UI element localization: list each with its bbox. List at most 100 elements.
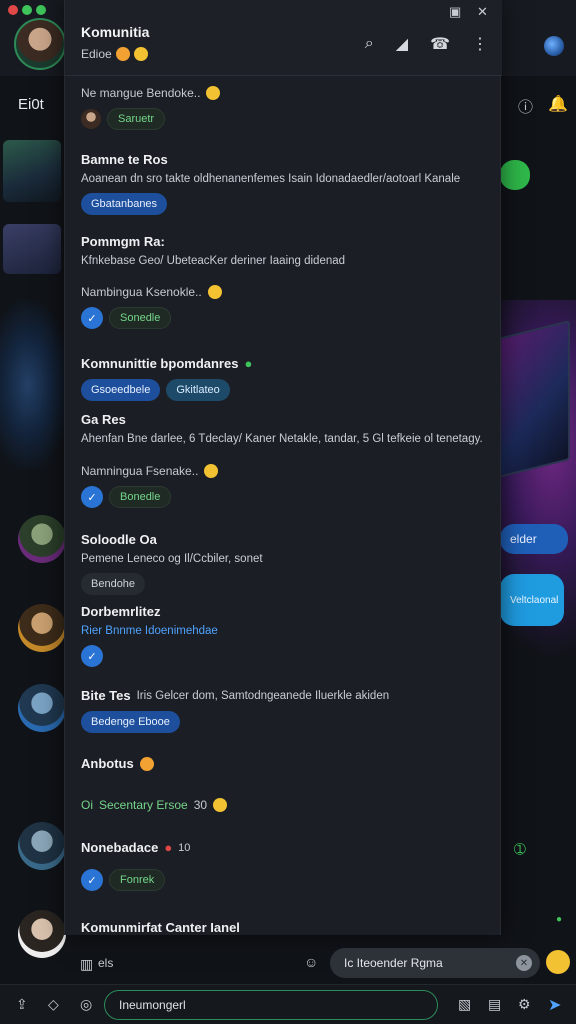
outer-right-icons [544, 36, 564, 56]
app-window: Ei0t ⓘ 🔔 elder Veltclaonal ➀ ● ▣ ✕ Komun… [0, 0, 576, 1024]
tag-chip[interactable]: Gbatanbanes [81, 193, 168, 215]
emoji-picker-icon[interactable] [546, 950, 570, 974]
composer-pill-text: Ic Iteoender Rgma [344, 956, 443, 970]
sender-name-text: Anbotus [81, 756, 134, 771]
panel-subtitle-text: Edioe [81, 47, 112, 61]
gif-icon[interactable]: ◎ [80, 996, 92, 1013]
count-text: 10 [178, 841, 191, 854]
heart-icon: ● [164, 840, 173, 855]
right-bubble-green[interactable] [500, 160, 530, 190]
search-icon[interactable]: ⌕ [365, 35, 374, 53]
emoji-icon[interactable]: ☺ [304, 954, 318, 970]
phone-icon[interactable]: ☎ [430, 34, 450, 54]
message-input[interactable]: Ineumongerl [104, 990, 438, 1020]
message-text: Rier Bnnme Idoenimehdae [81, 625, 218, 637]
panel-subtitle: Edioe [81, 47, 148, 61]
panel-header-icons: ⌕ ◢ ☎ ⋮ [365, 34, 488, 54]
close-dot-icon[interactable] [8, 5, 18, 15]
megaphone-icon[interactable]: ◢ [396, 34, 408, 54]
globe-icon[interactable] [544, 36, 564, 56]
message-snippet: Ne mangue Bendoke.. [81, 86, 486, 100]
emoji-icon [133, 47, 148, 61]
more-icon[interactable]: ⋮ [472, 34, 488, 54]
header-avatar[interactable] [14, 18, 66, 70]
list-item[interactable]: Pommgm Ra: Kfnkebase Geo/ UbeteacKer der… [81, 234, 486, 267]
message-snippet: Namningua Fsenake.. [81, 464, 486, 478]
emoji-icon [213, 798, 228, 812]
status-icon: ➀ [514, 841, 526, 857]
message-snippet: Nambingua Ksenokle.. [81, 285, 486, 299]
notifications-icon[interactable]: 🔔 [548, 94, 568, 114]
contact-avatar-4[interactable] [18, 822, 66, 870]
tag-chip[interactable]: Bedenge Ebooe [81, 711, 180, 733]
list-item[interactable]: Bamne te Ros Aoanean dn sro takte oldhen… [81, 152, 486, 215]
sender-name: Nonebadace ● 10 [81, 840, 486, 855]
chip-row: Bedenge Ebooe [81, 711, 486, 733]
message-text: Aoanean dn sro takte oldhenanenfemes Isa… [81, 173, 461, 185]
sender-name: Ga Res [81, 412, 126, 427]
online-dot-icon: ● [556, 914, 563, 925]
emoji-icon [115, 47, 130, 61]
status-chip[interactable]: Saruetr [107, 108, 166, 130]
list-item[interactable]: Komnunittie bpomdanres ● Gsoeedbele Gkit… [81, 356, 486, 401]
list-item[interactable]: Soloodle Oa Pemene Leneco og Il/Ccbiler,… [81, 532, 486, 595]
sent-icon: ✓ [81, 486, 103, 508]
composer-left-label: els [98, 956, 114, 970]
snippet-text: Secentary Ersoe [99, 798, 188, 812]
list-item[interactable]: Anbotus [81, 756, 486, 771]
status-chip[interactable]: Sonedle [109, 307, 172, 329]
tag-chip[interactable]: Gsoeedbele [81, 379, 161, 401]
send-icon[interactable]: ➤ [548, 995, 561, 1015]
right-bubble-blue[interactable]: elder [500, 524, 568, 554]
upload-icon[interactable]: ⇪ [16, 996, 28, 1013]
chip-row: ✓ Bonedle [81, 486, 486, 508]
list-item[interactable]: Ne mangue Bendoke.. Saruetr [81, 86, 486, 130]
sender-name: Dorbemrlitez [81, 604, 161, 619]
verified-icon: ● [244, 356, 253, 371]
sent-icon: ✓ [81, 869, 103, 891]
contact-avatar-1[interactable] [18, 515, 66, 563]
contact-avatar-3[interactable] [18, 684, 66, 732]
emoji-icon [207, 285, 222, 299]
message-input-placeholder: Ineumongerl [119, 998, 186, 1012]
file-icon[interactable]: ▤ [488, 996, 501, 1013]
list-item[interactable]: Komunmirfat Canter Ianel [81, 920, 486, 935]
right-bubble-cyan[interactable]: Veltclaonal [500, 574, 564, 626]
list-item[interactable]: Bite Tes Iris Gelcer dom, Samtodngeanede… [81, 688, 486, 733]
status-chip[interactable]: Fonrek [109, 869, 166, 891]
tag-chip[interactable]: Gkitlateo [166, 379, 230, 401]
contact-avatar-2[interactable] [18, 604, 66, 652]
info-icon[interactable]: ⓘ [518, 96, 533, 117]
status-chip[interactable]: Bonedle [109, 486, 172, 508]
chip-row: Gsoeedbele Gkitlateo [81, 379, 486, 401]
snippet-lead: Oi [81, 798, 93, 812]
sent-icon: ✓ [81, 645, 103, 667]
list-item[interactable]: Ga Res Ahenfan Bne darlee, 6 Tdeclay/ Ka… [81, 412, 486, 445]
sticker-icon[interactable]: ◇ [48, 996, 59, 1013]
bg-left-glow [0, 300, 70, 470]
bg-monitor-art [490, 320, 570, 480]
panel-titlebar: ▣ ✕ Komunitia Edioe ⌕ ◢ ☎ ⋮ [65, 0, 502, 76]
thumb-image-2[interactable] [3, 224, 61, 274]
list-item[interactable]: Oi Secentary Ersoe 30 [81, 798, 486, 812]
snippet-count: 30 [193, 798, 208, 812]
list-item[interactable]: Nambingua Ksenokle.. ✓ Sonedle [81, 285, 486, 329]
thumb-image-1[interactable] [3, 140, 61, 202]
emoji-icon [204, 464, 219, 478]
clear-icon[interactable]: ✕ [516, 955, 532, 971]
maximize-dot-icon[interactable] [36, 5, 46, 15]
list-item[interactable]: Dorbemrlitez Rier Bnnme Idoenimehdae ✓ [81, 604, 486, 667]
restore-icon[interactable]: ▣ [449, 4, 461, 20]
list-item[interactable]: Namningua Fsenake.. ✓ Bonedle [81, 464, 486, 508]
minimize-dot-icon[interactable] [22, 5, 32, 15]
close-icon[interactable]: ✕ [477, 4, 488, 20]
tag-chip[interactable]: Bendohe [81, 573, 146, 595]
composer-pill[interactable]: Ic Iteoender Rgma ✕ [330, 948, 540, 978]
right-bubble-cyan-label: Veltclaonal [510, 594, 559, 606]
sender-name-text: Nonebadace [81, 840, 159, 855]
list-item[interactable]: Nonebadace ● 10 ✓ Fonrek [81, 840, 486, 891]
emoji-icon [206, 86, 221, 100]
attach-icon[interactable]: ▥ [80, 956, 93, 973]
image-icon[interactable]: ▧ [458, 996, 471, 1013]
settings-icon[interactable]: ⚙ [518, 996, 531, 1013]
